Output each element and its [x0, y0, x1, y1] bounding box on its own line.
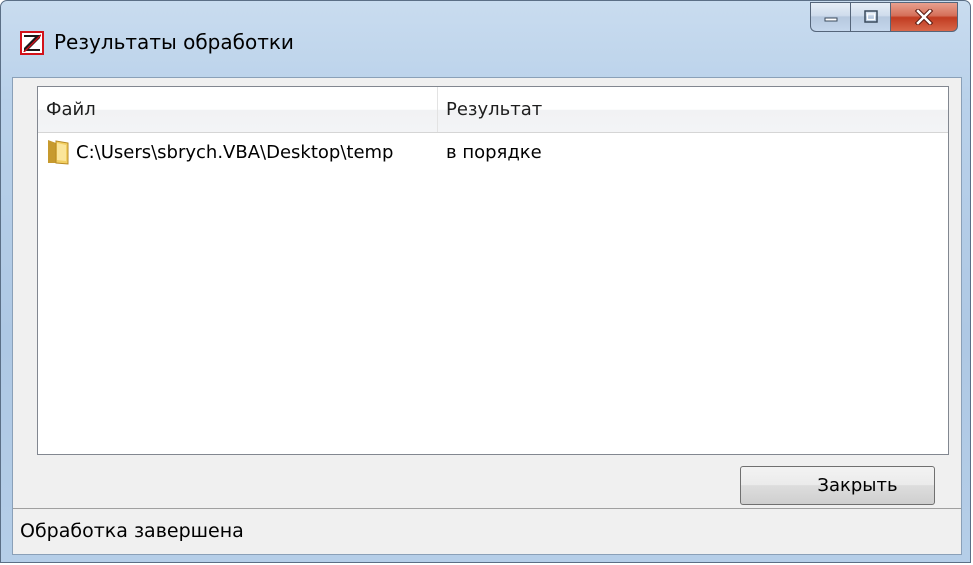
folder-icon — [48, 140, 69, 165]
file-path: C:\Users\sbrych.VBA\Desktop\temp — [76, 142, 394, 163]
list-item[interactable]: C:\Users\sbrych.VBA\Desktop\temp в поряд… — [38, 133, 948, 173]
caption-buttons — [810, 2, 958, 32]
results-window: Результаты обработки Файл Результат C:\U… — [0, 0, 971, 563]
list-header: Файл Результат — [38, 87, 948, 133]
title-bar[interactable]: Результаты обработки — [1, 1, 970, 81]
close-button[interactable]: Закрыть — [740, 466, 935, 505]
client-area: Файл Результат C:\Users\sbrych.VBA\Deskt… — [12, 77, 962, 555]
status-bar: Обработка завершена — [13, 508, 961, 554]
maximize-button[interactable] — [850, 2, 890, 32]
minimize-button[interactable] — [810, 2, 850, 32]
maximize-icon — [863, 10, 878, 23]
window-title: Результаты обработки — [54, 30, 294, 54]
column-header-file[interactable]: Файл — [38, 87, 438, 132]
close-icon — [914, 9, 934, 25]
status-text: Обработка завершена — [20, 520, 244, 542]
results-list[interactable]: Файл Результат C:\Users\sbrych.VBA\Deskt… — [37, 86, 949, 455]
file-cell: C:\Users\sbrych.VBA\Desktop\temp — [46, 133, 438, 173]
column-header-result[interactable]: Результат — [438, 87, 950, 132]
app-logo-icon — [20, 31, 44, 55]
minimize-icon — [824, 17, 837, 22]
window-close-button[interactable] — [890, 2, 958, 32]
result-cell: в порядке — [446, 142, 542, 163]
